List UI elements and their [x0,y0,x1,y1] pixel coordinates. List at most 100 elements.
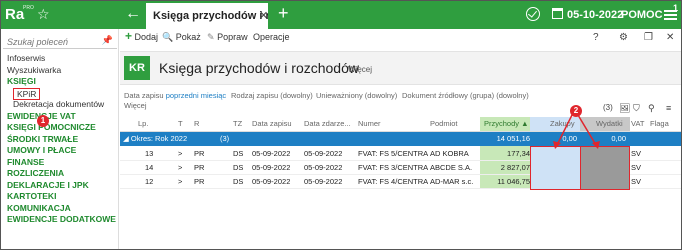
restore-window-icon[interactable]: ❐ [644,32,653,43]
pin-icon[interactable]: 📌 [102,35,113,46]
filter-date-value: poprzedni miesiąc [165,91,227,100]
sidebar-item-komunikacja[interactable]: KOMUNIKACJA [1,203,119,215]
filter-date[interactable]: Data zapisu poprzedni miesiąc [124,91,226,100]
cell-tz: DS [233,149,244,158]
sidebar-item-infoserwis[interactable]: Infoserwis [1,53,119,65]
list-menu-icon[interactable]: ≡ [666,103,671,113]
cell-party: AD KOBRA [430,149,469,158]
page-title: Księga przychodów i rozchodów [159,60,359,76]
sidebar-item-wyszukiwarka[interactable]: Wyszukiwarka [1,65,119,77]
col-t[interactable]: T [178,117,183,131]
cell-tz: DS [233,163,244,172]
filter-source[interactable]: Dokument źródłowy (grupa) (dowolny) [402,91,529,100]
close-icon[interactable]: ✕ [259,9,268,22]
add-button[interactable]: + Dodaj [125,29,159,43]
help-button[interactable]: POMOC [621,9,663,21]
cell-party: ABCDE S.A. [430,163,473,172]
group-count: (3) [220,134,230,143]
gear-icon[interactable]: ⚙ [619,32,628,43]
sidebar-item-kartoteki[interactable]: KARTOTEKI [1,191,119,203]
window-count-badge: 1 [673,3,679,13]
module-badge: KR [124,56,150,80]
col-flag[interactable]: Flaga [650,117,669,131]
sidebar-item-kpir[interactable]: KPiR [1,87,119,100]
plus-icon: + [125,29,133,43]
command-search-input[interactable] [3,34,103,47]
col-date[interactable]: Data zapisu [252,117,292,131]
cell-number: FVAT: FS 5/CENTRA... [358,149,428,158]
col-vat[interactable]: VAT [631,117,644,131]
edit-label: Popraw [217,32,248,42]
filter-date-label: Data zapisu [124,91,164,100]
cell-event-date: 05-09-2022 [304,177,343,186]
page-header: KR Księga przychodów i rozchodów Więcej [120,51,681,85]
logo-text: Ra [5,6,25,23]
sidebar-nav: Infoserwis Wyszukiwarka KSIĘGI KPiR Dekr… [1,53,119,226]
filter-icon[interactable]: ⛉ [633,103,640,114]
sidebar-item-ewidencje-dodatkowe[interactable]: EWIDENCJE DODATKOWE [1,214,119,226]
close-window-icon[interactable]: ✕ [666,32,674,43]
search-icon: 🔍 [162,32,174,42]
cell-r: PR [194,149,205,158]
sidebar-item-finanse[interactable]: FINANSE [1,157,119,169]
show-label: Pokaż [175,32,201,42]
sidebar-item-dekretacja[interactable]: Dekretacja dokumentów [1,99,119,111]
check-circle-icon[interactable] [526,7,540,21]
col-income-label: Przychody [484,119,520,128]
edit-button[interactable]: ✎ Popraw [207,32,248,43]
back-arrow-icon[interactable]: ← [125,5,141,23]
group-label-text: Okres: Rok 2022 [130,134,188,143]
cell-vat: SV [631,177,642,186]
tab-label: Księga przychodów i rozcho [153,10,268,22]
col-r[interactable]: R [194,117,199,131]
sidebar-item-rozliczenia[interactable]: ROZLICZENIA [1,168,119,180]
cell-party: AD-MAR s.c. [430,177,474,186]
sidebar-item-ksiegi[interactable]: KSIĘGI [1,76,119,88]
cell-t: > [178,177,183,186]
cell-date: 05-09-2022 [252,177,291,186]
header-more-link[interactable]: Więcej [348,65,372,74]
col-lp[interactable]: Lp. [138,117,148,131]
filters-more-link[interactable]: Więcej [124,101,147,110]
search-icon[interactable]: ⚲ [648,103,655,114]
sidebar-item-deklaracje-jpk[interactable]: DEKLARACJE I JPK [1,180,119,192]
calendar-icon[interactable] [552,8,563,19]
show-button[interactable]: 🔍 Pokaż [162,32,201,43]
filter-kind[interactable]: Rodzaj zapisu (dowolny) [231,91,313,100]
sidebar-item-ksiegi-pomocnicze[interactable]: KSIĘGI POMOCNICZE [1,122,119,134]
app-logo[interactable]: Ra PRO [5,4,34,26]
cell-income: 11 046,75 [497,177,530,186]
cell-r: PR [194,177,205,186]
cell-lp: 14 [145,163,154,172]
collapse-icon: ◢ [123,134,129,143]
favorites-star-icon[interactable]: ☆ [37,6,50,23]
top-bar: Ra PRO ☆ ← Księga przychodów i rozcho ✕ … [1,1,681,29]
help-question-icon[interactable]: ? [593,32,599,43]
add-label: Dodaj [134,32,159,42]
sidebar-item-umowy-place[interactable]: UMOWY I PŁACE [1,145,119,157]
col-event-date[interactable]: Data zdarze... [304,117,351,131]
cell-event-date: 05-09-2022 [304,149,343,158]
group-label: ◢ Okres: Rok 2022 [123,132,187,146]
filter-void[interactable]: Unieważniony (dowolny) [316,91,397,100]
col-number[interactable]: Numer [358,117,381,131]
cell-number: FVAT: FS 4/CENTRA... [358,177,428,186]
cell-t: > [178,163,183,172]
cell-vat: SV [631,149,642,158]
operations-button[interactable]: Operacje [253,32,290,42]
cell-number: FVAT: FS 3/CENTRA... [358,163,428,172]
main-panel: + Dodaj 🔍 Pokaż ✎ Popraw Operacje ? ⚙ ❐ … [120,29,681,249]
cell-tz: DS [233,177,244,186]
tab-kpir[interactable]: Księga przychodów i rozcho [146,3,268,29]
sidebar-item-srodki-trwale[interactable]: ŚRODKI TRWAŁE [1,134,119,146]
pencil-icon: ✎ [207,32,215,42]
col-tz[interactable]: TZ [233,117,242,131]
sidebar-item-ewidencje-vat[interactable]: EWIDENCJE VAT [1,111,119,123]
cell-date: 05-09-2022 [252,149,291,158]
work-date[interactable]: 05-10-2022 [567,9,623,21]
cell-lp: 13 [145,149,154,158]
col-party[interactable]: Podmiot [430,117,458,131]
add-tab-icon[interactable]: + [278,3,289,24]
cell-event-date: 05-09-2022 [304,163,343,172]
app-window: Ra PRO ☆ ← Księga przychodów i rozcho ✕ … [0,0,682,250]
